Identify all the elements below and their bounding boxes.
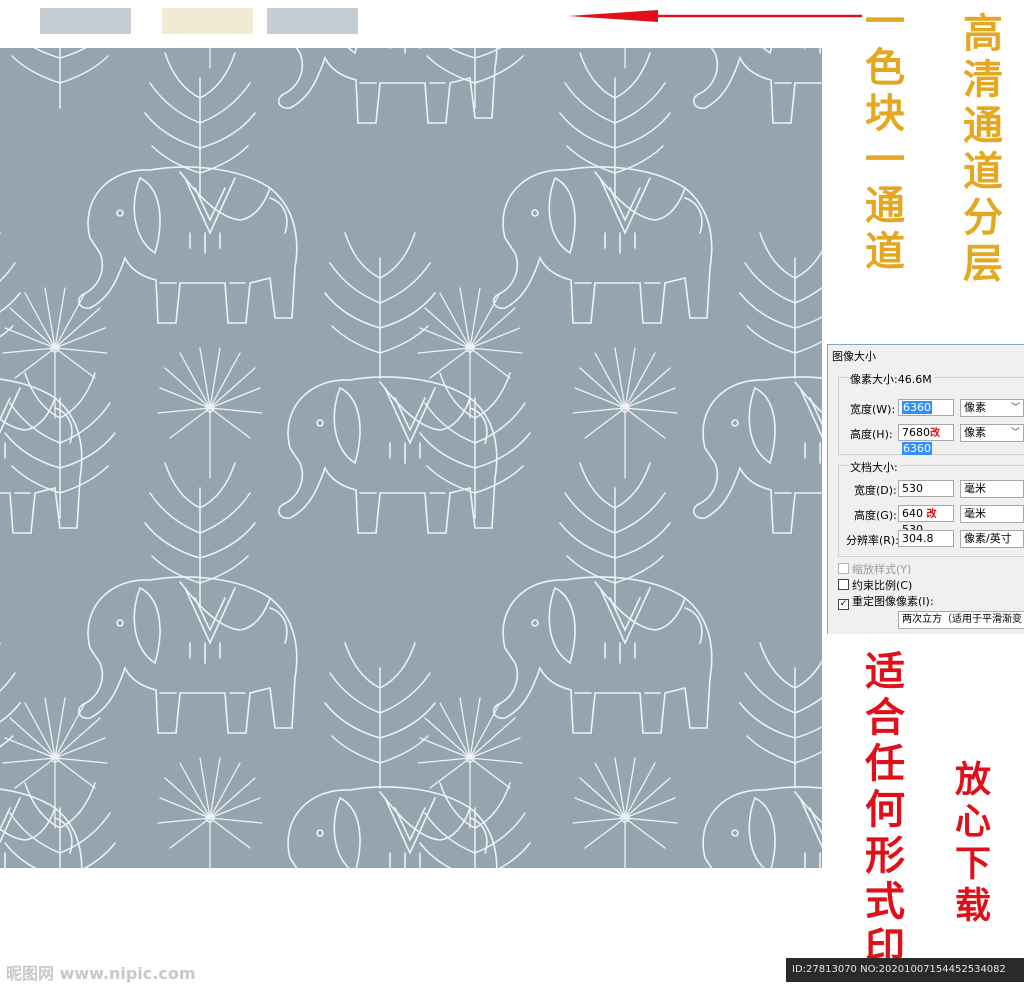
checkbox-icon	[838, 579, 849, 590]
doc-width-value: 530	[902, 482, 923, 495]
annotation-print-any: 适合任何形式印	[858, 650, 905, 972]
watermark-id-bar: ID:27813070 NO:20201007154452534082	[786, 958, 1024, 982]
annotation-download: 放心下载	[949, 760, 991, 928]
pixel-height-unit: 像素	[964, 426, 986, 439]
annotation-hd-layers: 高清通道分层	[956, 12, 1003, 288]
document-size-label: 文档大小:	[848, 459, 900, 475]
pixel-height-mark: 改	[930, 428, 940, 439]
color-swatch-3	[267, 8, 358, 34]
resolution-input[interactable]: 304.8	[898, 530, 954, 547]
resolution-unit-select[interactable]: 像素/英寸	[960, 530, 1024, 548]
chevron-down-icon: ﹀	[1010, 403, 1020, 413]
pixel-height-unit-select[interactable]: 像素 ﹀	[960, 424, 1024, 442]
doc-width-label: 宽度(D):	[854, 484, 897, 497]
doc-width-unit-select[interactable]: 毫米	[960, 480, 1024, 498]
resample-method: 两次立方（适用于平滑渐变	[902, 614, 1022, 625]
pixel-width-unit: 像素	[964, 401, 986, 414]
resolution-value: 304.8	[902, 532, 934, 545]
checkbox-icon	[838, 563, 849, 574]
pixel-width-label: 宽度(W):	[850, 403, 896, 416]
pixel-width-value: 6360	[902, 401, 932, 414]
red-arrow-icon	[568, 10, 862, 22]
resample-checkbox[interactable]: ✓ 重定图像像素(I):	[838, 593, 934, 610]
doc-height-label: 高度(G):	[854, 509, 897, 522]
resample-label: 重定图像像素(I):	[852, 595, 934, 608]
color-swatch-2	[162, 8, 253, 34]
doc-width-unit: 毫米	[964, 482, 986, 495]
pixel-size-label: 像素大小:46.6M	[848, 371, 934, 387]
elephant-pattern-image	[0, 48, 822, 868]
doc-width-input[interactable]: 530	[898, 480, 954, 497]
pixel-height-value: 6360	[902, 442, 932, 455]
pattern-artwork	[0, 48, 822, 868]
pixel-width-unit-select[interactable]: 像素 ﹀	[960, 399, 1024, 417]
doc-height-unit: 毫米	[964, 507, 986, 520]
pixel-height-label: 高度(H):	[850, 428, 893, 441]
doc-height-mark: 改	[926, 509, 937, 520]
resolution-unit: 像素/英寸	[964, 532, 1012, 545]
pixel-height-input[interactable]: 7680改 6360	[898, 424, 954, 455]
constrain-label: 约束比例(C)	[852, 579, 913, 592]
chevron-down-icon: ﹀	[1010, 428, 1020, 438]
resolution-label: 分辨率(R):	[846, 534, 899, 547]
resample-method-select[interactable]: 两次立方（适用于平滑渐变	[898, 611, 1024, 629]
checkmark-icon: ✓	[838, 599, 849, 610]
watermark-left: 昵图网 www.nipic.com	[6, 964, 196, 983]
doc-height-old: 640	[902, 507, 923, 520]
pixel-width-input[interactable]: 6360	[898, 399, 954, 416]
pixel-height-old: 7680	[902, 426, 930, 439]
image-size-dialog: 图像大小 像素大小:46.6M 宽度(W): 6360 像素 ﹀ 高度(H): 7…	[827, 344, 1024, 634]
doc-height-input[interactable]: 640 改 530	[898, 505, 954, 536]
doc-height-unit-select[interactable]: 毫米	[960, 505, 1024, 523]
color-swatch-1	[40, 8, 131, 34]
dialog-title: 图像大小	[832, 350, 876, 363]
scale-styles-checkbox[interactable]: 缩放样式(Y)	[838, 561, 911, 577]
annotation-channel-per-color: 一色块一通道	[858, 0, 905, 276]
constrain-proportions-checkbox[interactable]: 约束比例(C)	[838, 577, 912, 593]
scale-styles-label: 缩放样式(Y)	[852, 563, 912, 576]
